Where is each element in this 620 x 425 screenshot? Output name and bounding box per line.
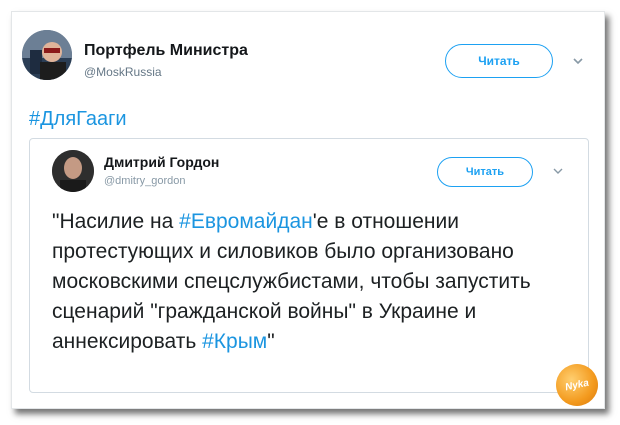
avatar-image — [22, 30, 72, 80]
quoted-tweet-text: "Насилие на #Евромайдан'е в отношении пр… — [52, 207, 572, 357]
author-handle[interactable]: @MoskRussia — [84, 65, 162, 79]
hashtag-link[interactable]: #Евромайдан — [179, 210, 313, 233]
author-name[interactable]: Портфель Министра — [84, 42, 248, 60]
quoted-author-handle[interactable]: @dmitry_gordon — [104, 175, 185, 187]
hashtag-link[interactable]: #Крым — [202, 330, 267, 353]
chevron-down-icon[interactable] — [552, 164, 564, 176]
quoted-author-name[interactable]: Дмитрий Гордон — [104, 154, 219, 170]
author-avatar[interactable] — [22, 30, 72, 80]
quote-text-part: " — [267, 330, 275, 353]
avatar-image — [52, 150, 94, 192]
quoted-follow-button[interactable]: Читать — [437, 157, 533, 187]
hashtag-link[interactable]: #ДляГааги — [29, 108, 127, 131]
follow-button[interactable]: Читать — [445, 44, 553, 78]
quoted-author-avatar[interactable] — [52, 150, 94, 192]
quote-text-part: "Насилие на — [52, 210, 180, 233]
chevron-down-icon[interactable] — [571, 54, 585, 68]
